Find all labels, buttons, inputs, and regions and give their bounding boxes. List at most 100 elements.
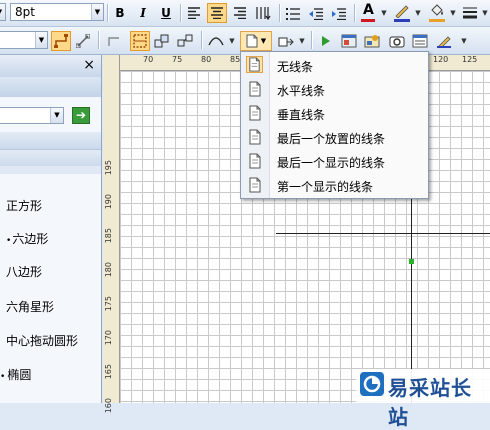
shape-tool-button[interactable] [130,31,150,51]
ruler-tick-label: 190 [104,194,113,210]
ruler-tick-label: 170 [104,330,113,346]
bullets-button[interactable] [283,3,303,23]
chevron-down-icon[interactable]: ▼ [481,3,489,23]
group-shapes-icon [154,34,169,48]
ruler-tick-label: 125 [462,55,478,64]
line-jump-menu: 无线条水平线条垂直线条最后一个放置的线条最后一个显示的线条第一个显示的线条 [240,51,429,199]
ruler-tick-label: 195 [104,160,113,176]
stencil-header [0,149,101,167]
group-button[interactable] [152,31,172,51]
page-icon [246,56,263,73]
menu-item[interactable]: 垂直线条 [241,102,428,124]
watermark-logo-icon [360,372,384,396]
ungroup-icon [177,34,193,47]
font-color-button[interactable]: A [358,2,378,23]
horizontal-line-shape[interactable] [276,233,490,234]
menu-item[interactable]: 最后一个放置的线条 [241,126,428,148]
formatting-toolbar: ▼ 8pt ▼ B I U A ▼ ▼ [0,0,490,27]
italic-button[interactable]: I [133,3,153,23]
chevron-down-icon[interactable]: ▼ [449,3,457,23]
ruler-tick-label: 180 [104,262,113,278]
menu-item-label: 垂直线条 [277,108,326,122]
menu-item-label: 水平线条 [277,84,326,98]
ruler-tick-label: 175 [104,296,113,312]
menu-item[interactable]: 无线条 [241,54,428,76]
shape-search-input[interactable]: ▼ [0,107,64,124]
shape-label: 中心拖动圆形 [6,334,79,348]
connection-point-button[interactable] [104,31,124,51]
watermark-text: 易采站长站 [388,376,472,429]
line-jump-button[interactable]: ▼ [240,31,272,51]
go-arrow-icon[interactable]: ➔ [72,107,90,124]
align-center-button[interactable] [207,3,227,23]
menu-item[interactable]: 最后一个显示的线条 [241,150,428,172]
menu-item[interactable]: 第一个显示的线条 [241,174,428,196]
shape-square[interactable]: 正方形 [6,197,42,214]
page-icon [249,81,261,97]
properties-button[interactable] [410,31,430,51]
close-icon[interactable]: × [83,57,95,73]
align-left-button[interactable] [184,3,204,23]
shape-label: 椭圆 [7,368,32,382]
increase-indent-button[interactable] [329,3,349,23]
selection-handle[interactable] [409,259,414,264]
drawing-tools-button[interactable] [434,31,454,51]
hexagon-icon: • [6,236,12,246]
increase-indent-icon [332,7,346,20]
layers-button[interactable] [339,31,359,51]
italic-label: I [140,6,146,20]
decrease-indent-icon [309,7,323,20]
text-direction-icon [256,7,271,20]
dashed-box-icon [133,34,147,48]
chevron-down-icon[interactable]: ▼ [298,31,306,51]
decrease-indent-button[interactable] [306,3,326,23]
ungroup-button[interactable] [175,31,195,51]
stencil-header [0,132,101,149]
align-right-icon [234,7,246,19]
chevron-down-icon[interactable]: ▼ [228,31,236,51]
shape-octagon[interactable]: 八边形 [6,263,42,280]
layers-icon [341,34,357,48]
shape-six-point-star[interactable]: 六角星形 [6,298,54,315]
menu-item-label: 最后一个显示的线条 [277,156,386,170]
capture-button[interactable] [387,31,407,51]
chevron-down-icon[interactable]: ▼ [460,31,468,51]
line-color-button[interactable] [392,3,412,23]
connector-tool-button[interactable] [51,31,71,51]
font-size-combo[interactable]: 8pt ▼ [10,3,104,21]
bold-button[interactable]: B [110,3,130,23]
connector-style-button[interactable] [276,31,296,51]
shape-center-drag-circle[interactable]: 中心拖动圆形 [6,332,78,349]
underline-label: U [161,6,171,20]
shapes-pane-header: × [0,55,101,77]
chevron-down-icon[interactable]: ▼ [380,3,388,23]
elbow-icon [108,37,119,46]
zoom-combo[interactable]: ▼ [0,31,48,49]
underline-button[interactable]: U [156,3,176,23]
shape-hexagon[interactable]: •六边形 [6,230,48,247]
theme-button[interactable] [362,31,382,51]
shape-label: 六边形 [12,232,49,246]
fill-color-button[interactable] [427,3,447,23]
run-button[interactable] [316,31,336,51]
line-tool-button[interactable] [73,31,93,51]
menu-item[interactable]: 水平线条 [241,78,428,100]
align-right-button[interactable] [230,3,250,23]
ruler-tick-label: 185 [104,228,113,244]
bold-label: B [115,6,125,20]
ruler-tick-label: 165 [104,364,113,380]
chevron-down-icon[interactable]: ▼ [50,108,63,123]
chevron-down-icon[interactable]: ▼ [35,32,47,48]
font-size-value: 8pt [15,5,35,19]
align-center-icon [211,7,223,19]
ruler-tick-label: 75 [172,55,183,64]
text-direction-button[interactable] [253,3,273,23]
shape-ellipse[interactable]: • 椭圆 [0,366,31,383]
paint-bucket-icon [429,4,445,22]
line-weight-button[interactable] [460,3,480,23]
curve-tool-button[interactable] [206,31,226,51]
ruler-tick-label: 80 [201,55,212,64]
chevron-down-icon[interactable]: ▼ [91,4,103,20]
chevron-down-icon[interactable]: ▼ [414,3,422,23]
font-name-combo[interactable]: ▼ [0,3,6,21]
